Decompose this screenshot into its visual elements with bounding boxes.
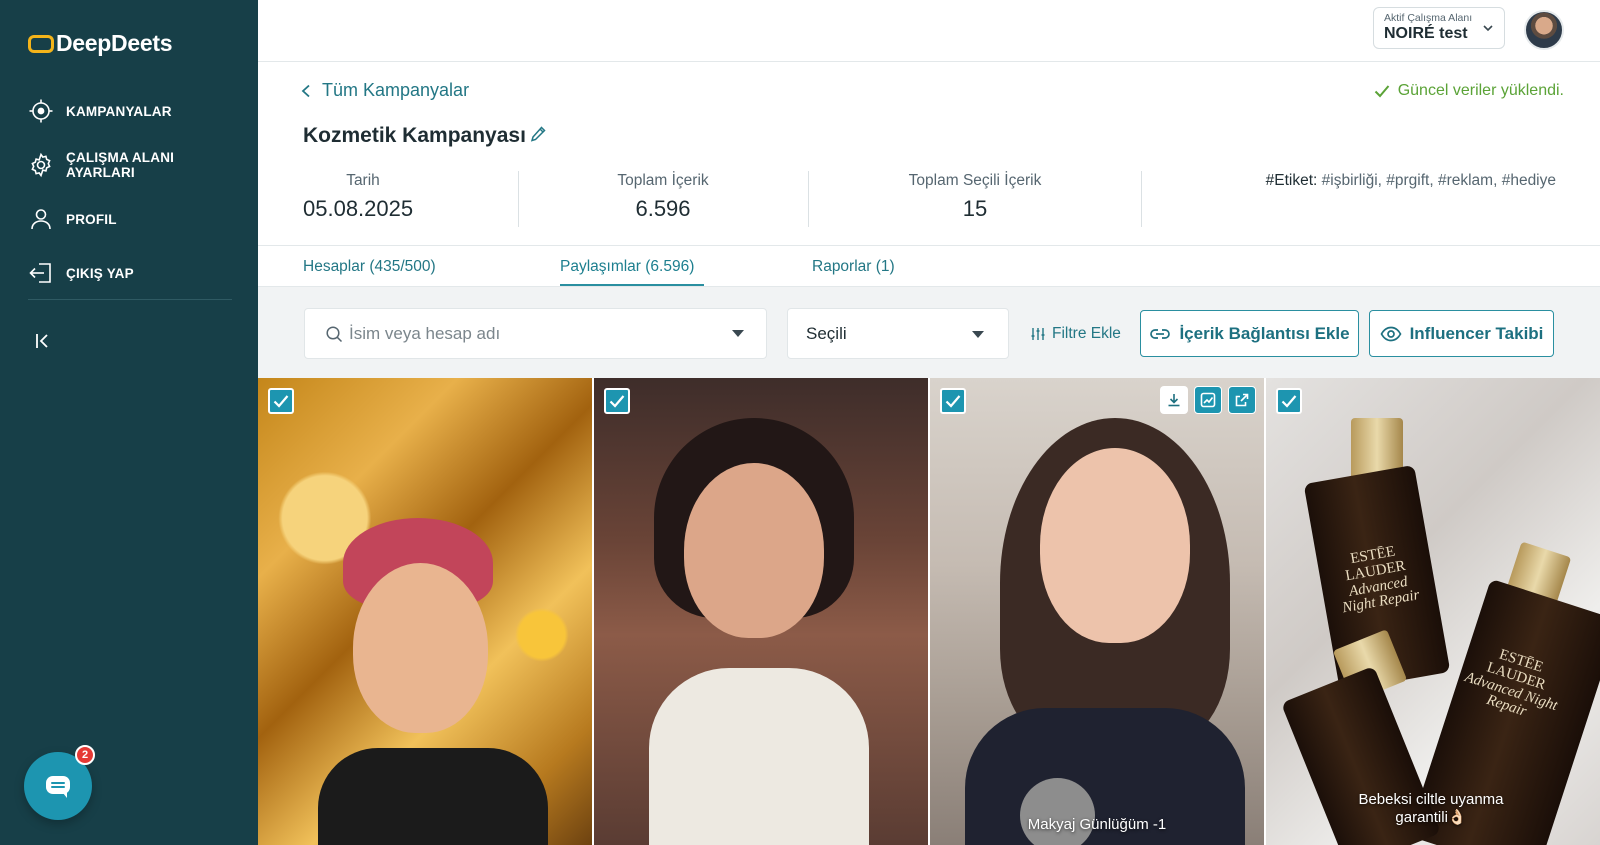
selection-filter-value: Seçili (806, 324, 847, 343)
sidebar-divider (28, 299, 232, 300)
user-icon (31, 209, 51, 230)
sidebar-item-profile[interactable]: PROFIL (28, 192, 238, 246)
post-select-checkbox[interactable] (604, 388, 630, 414)
post-select-checkbox[interactable] (268, 388, 294, 414)
stat-divider (1141, 171, 1142, 227)
post-image-top (649, 668, 869, 845)
tags-value: #işbirliği, #prgift, #reklam, #hediye (1317, 172, 1556, 189)
stat-value: 15 (962, 196, 988, 221)
back-to-campaigns-link[interactable]: Tüm Kampanyalar (300, 80, 469, 101)
sidebar-item-workspace-settings[interactable]: ÇALIŞMA ALANI AYARLARI (28, 138, 238, 192)
tab-posts[interactable]: Paylaşımlar (6.596) (560, 258, 694, 276)
tags-label: #Etiket: (1265, 172, 1318, 189)
chat-notification-badge: 2 (75, 745, 95, 765)
check-icon (1281, 395, 1297, 408)
add-filter-button[interactable]: Filtre Ekle (1030, 325, 1121, 343)
status-text: Güncel veriler yüklendi. (1397, 82, 1564, 99)
post-image-face (353, 563, 488, 733)
selection-filter-dropdown[interactable]: Seçili (787, 308, 1009, 359)
eye-icon (1380, 326, 1402, 341)
sliders-icon (1031, 328, 1045, 340)
tab-reports[interactable]: Raporlar (1) (812, 258, 895, 276)
back-link-label: Tüm Kampanyalar (322, 80, 470, 100)
post-actions (1160, 386, 1256, 414)
check-icon (273, 395, 289, 408)
data-status: Güncel veriler yüklendi. (1374, 82, 1564, 100)
sidebar-item-label: PROFIL (66, 211, 117, 227)
collapse-sidebar-icon[interactable] (30, 328, 56, 354)
sidebar-item-label: ÇALIŞMA ALANI AYARLARI (66, 150, 175, 180)
post-card[interactable]: Makyaj Günlüğüm -1 (930, 378, 1264, 845)
add-content-link-button[interactable]: İçerik Bağlantısı Ekle (1140, 310, 1359, 357)
logout-icon (29, 263, 51, 283)
page-title: Kozmetik Kampanyası (303, 124, 526, 147)
add-filter-label: Filtre Ekle (1052, 325, 1121, 342)
check-icon (609, 395, 625, 408)
sidebar-item-logout[interactable]: ÇIKIŞ YAP (28, 246, 238, 300)
post-image-face (684, 463, 824, 638)
external-link-icon (1235, 393, 1249, 407)
sidebar-nav: KAMPANYALAR ÇALIŞMA ALANI AYARLARI PROFI… (28, 84, 238, 300)
stat-label: Toplam İçerik (617, 172, 709, 189)
post-image-mic (1020, 778, 1095, 845)
content-tabs: Hesaplar (435/500) Paylaşımlar (6.596) R… (258, 246, 1600, 286)
open-post-button[interactable] (1228, 386, 1256, 414)
check-icon (1374, 85, 1389, 98)
post-card[interactable] (258, 378, 592, 845)
workspace-name: NOIRÉ test (1384, 25, 1468, 42)
pencil-icon[interactable] (530, 125, 547, 142)
add-content-link-label: İçerik Bağlantısı Ekle (1179, 323, 1350, 343)
stat-divider (808, 171, 809, 227)
stat-label: Toplam Seçili İçerik (908, 172, 1042, 189)
post-image-face (1040, 448, 1190, 643)
sidebar-item-campaigns[interactable]: KAMPANYALAR (28, 84, 238, 138)
target-icon (29, 99, 53, 123)
post-caption: Bebeksi ciltle uyanma garantili👌🏻 (1358, 791, 1504, 826)
check-icon (945, 395, 961, 408)
influencer-tracking-button[interactable]: Influencer Takibi (1369, 310, 1554, 357)
download-icon (1168, 394, 1180, 407)
stat-total-content: Toplam İçerik 6.596 (583, 172, 743, 222)
posts-grid: Makyaj Günlüğüm -1 ESTĒE LAUDER Advanced … (258, 378, 1600, 845)
chart-icon (1200, 392, 1216, 408)
gear-icon (31, 152, 51, 178)
post-image-shirt (318, 748, 548, 845)
app-logo[interactable]: DeepDeets (28, 30, 172, 57)
post-card[interactable] (594, 378, 928, 845)
post-card[interactable]: ESTĒE LAUDER Advanced Night Repair ESTĒE … (1266, 378, 1600, 845)
chevron-down-icon (1483, 25, 1493, 32)
workspace-label: Aktif Çalışma Alanı (1384, 12, 1473, 24)
chat-icon (46, 776, 70, 798)
logo-text: DeepDeets (56, 30, 173, 56)
stats-button[interactable] (1194, 386, 1222, 414)
sidebar: DeepDeets KAMPANYALAR ÇALIŞMA ALANI AYAR… (0, 0, 258, 845)
stat-value: 05.08.2025 (303, 196, 414, 221)
tab-accounts[interactable]: Hesaplar (435/500) (303, 258, 436, 276)
influencer-tracking-label: Influencer Takibi (1409, 323, 1544, 343)
post-caption: Makyaj Günlüğüm -1 (1027, 816, 1167, 833)
search-input[interactable] (349, 323, 709, 344)
search-field[interactable] (304, 308, 767, 359)
post-select-checkbox[interactable] (940, 388, 966, 414)
sidebar-item-label: ÇIKIŞ YAP (66, 265, 134, 281)
campaign-tags: #Etiket: #işbirliği, #prgift, #reklam, #… (1266, 172, 1556, 190)
stat-date: Tarih 05.08.2025 (303, 172, 423, 222)
caret-down-icon[interactable] (732, 330, 744, 337)
user-avatar[interactable] (1524, 10, 1564, 50)
chevron-left-icon (301, 84, 310, 97)
sidebar-item-label: KAMPANYALAR (66, 103, 172, 119)
logo-mark-icon (28, 34, 54, 53)
workspace-selector[interactable]: Aktif Çalışma Alanı NOIRÉ test (1373, 7, 1505, 49)
stat-label: Tarih (346, 172, 380, 189)
download-button[interactable] (1160, 386, 1188, 414)
link-icon (1150, 328, 1171, 339)
stat-selected-content: Toplam Seçili İçerik 15 (880, 172, 1070, 222)
post-select-checkbox[interactable] (1276, 388, 1302, 414)
caret-down-icon (972, 331, 984, 338)
search-icon (326, 325, 343, 342)
stat-divider (518, 171, 519, 227)
stat-value: 6.596 (635, 196, 691, 221)
